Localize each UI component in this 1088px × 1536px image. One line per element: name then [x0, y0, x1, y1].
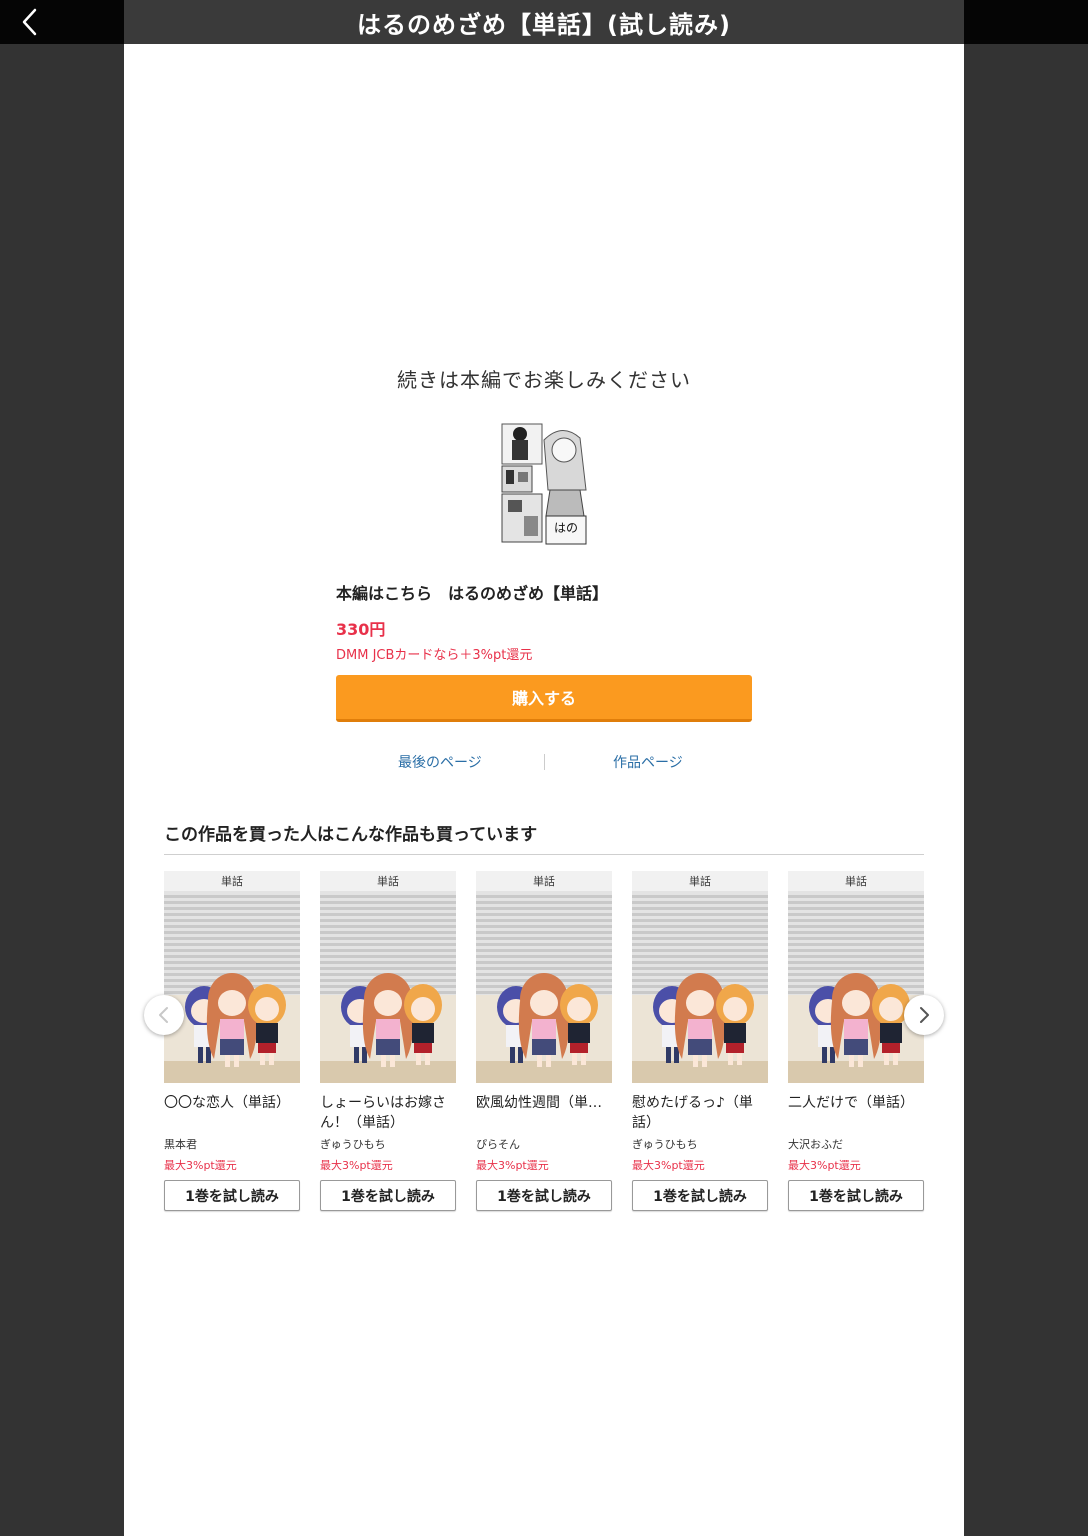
cover-image[interactable]: はの	[500, 420, 588, 546]
recommend-point-note: 最大3%pt還元	[320, 1159, 393, 1172]
price: 330円	[336, 620, 386, 639]
main-work-title: 本編はこちら はるのめざめ【単話】	[336, 584, 609, 603]
link-divider	[544, 754, 545, 770]
last-page-link[interactable]: 最後のページ	[398, 752, 482, 772]
recommend-title[interactable]: 二人だけで（単話）	[788, 1093, 924, 1133]
chevron-left-icon	[22, 8, 37, 36]
recommend-title[interactable]: 慰めたげるっ♪（単話）	[632, 1093, 768, 1133]
recommend-card[interactable]: 単話慰めたげるっ♪（単話） ぎゅうひもち 最大3%pt還元 1巻を試し読み	[632, 871, 768, 1211]
viewer-page: 続きは本編でお楽しみください はの 本編はこちら はるのめざめ【単話】 330円…	[124, 44, 964, 1536]
recommend-point-note: 最大3%pt還元	[164, 1159, 237, 1172]
format-badge: 単話	[476, 871, 612, 891]
jcb-point-note: DMM JCBカードなら＋3%pt還元	[336, 648, 533, 663]
recommend-author[interactable]: 黒本君	[164, 1136, 300, 1152]
carousel-next-button[interactable]	[904, 995, 944, 1035]
recommend-author[interactable]: ぎゅうひもち	[320, 1136, 456, 1152]
trial-read-button[interactable]: 1巻を試し読み	[632, 1180, 768, 1211]
divider	[164, 854, 924, 855]
recommend-heading: この作品を買った人はこんな作品も買っています	[164, 825, 538, 845]
trial-read-button[interactable]: 1巻を試し読み	[788, 1180, 924, 1211]
trial-read-button[interactable]: 1巻を試し読み	[320, 1180, 456, 1211]
recommend-point-note: 最大3%pt還元	[476, 1159, 549, 1172]
trial-read-button[interactable]: 1巻を試し読み	[164, 1180, 300, 1211]
recommend-title[interactable]: しょーらいはお嫁さん！（単話）	[320, 1093, 456, 1133]
recommend-author[interactable]: ぴらそん	[476, 1136, 612, 1152]
recommend-point-note: 最大3%pt還元	[788, 1159, 861, 1172]
recommend-thumbnail[interactable]: 単話	[320, 871, 456, 1083]
format-badge: 単話	[788, 871, 924, 891]
format-badge: 単話	[320, 871, 456, 891]
buy-button[interactable]: 購入する	[336, 675, 752, 722]
recommend-title[interactable]: 〇〇な恋人（単話）	[164, 1093, 300, 1133]
work-page-link[interactable]: 作品ページ	[613, 752, 683, 772]
recommend-title[interactable]: 欧風幼性週間（単…	[476, 1093, 612, 1133]
recommend-card[interactable]: 単話欧風幼性週間（単… ぴらそん最大3%pt還元 1巻を試し読み	[476, 871, 612, 1211]
page-title: はるのめざめ【単話】(試し読み)	[124, 0, 964, 44]
trial-read-button[interactable]: 1巻を試し読み	[476, 1180, 612, 1211]
recommend-thumbnail[interactable]: 単話	[476, 871, 612, 1083]
recommend-card[interactable]: 単話しょーらいはお嫁さん！（単話） ぎゅうひもち 最大3%pt還元 1巻を試し読み	[320, 871, 456, 1211]
format-badge: 単話	[632, 871, 768, 891]
recommend-point-note: 最大3%pt還元	[632, 1159, 705, 1172]
recommend-thumbnail[interactable]: 単話	[788, 871, 924, 1083]
recommend-card[interactable]: 単話二人だけで（単話） 大沢おふだ最大3%pt還元 1巻を試し読み	[788, 871, 924, 1211]
continue-message: 続きは本編でお楽しみください	[397, 368, 691, 392]
recommend-author[interactable]: ぎゅうひもち	[632, 1136, 768, 1152]
svg-text:はの: はの	[554, 521, 578, 535]
recommend-thumbnail[interactable]: 単話	[164, 871, 300, 1083]
recommend-card[interactable]: 単話〇〇な恋人（単話） 黒本君最大3%pt還元 1巻を試し読み	[164, 871, 300, 1211]
back-button[interactable]	[14, 6, 46, 38]
recommend-author[interactable]: 大沢おふだ	[788, 1136, 924, 1152]
recommend-thumbnail[interactable]: 単話	[632, 871, 768, 1083]
format-badge: 単話	[164, 871, 300, 891]
chevron-right-icon	[920, 1007, 929, 1023]
chevron-left-icon	[159, 1007, 168, 1023]
carousel-prev-button[interactable]	[144, 995, 184, 1035]
